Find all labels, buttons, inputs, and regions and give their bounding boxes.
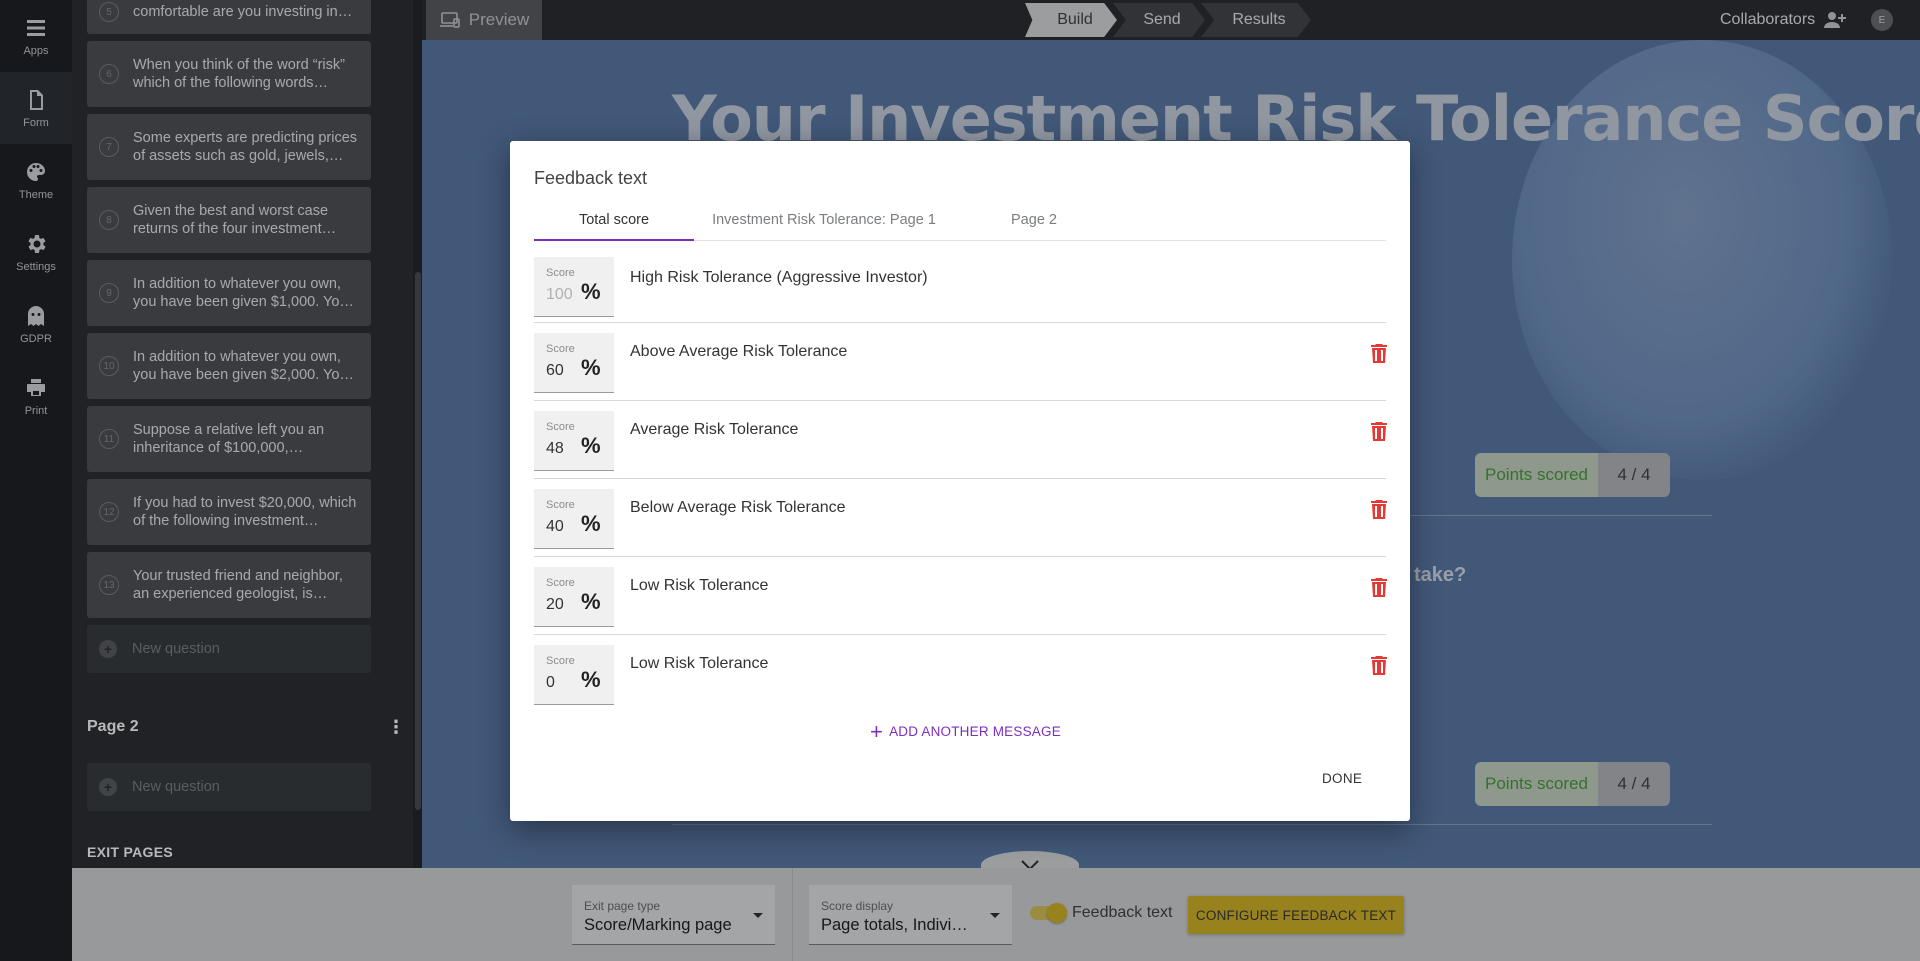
delete-message-button[interactable]: [1370, 499, 1388, 519]
feedback-message-input[interactable]: Average Risk Tolerance: [630, 421, 798, 439]
feedback-row: Score 0 % Low Risk Tolerance: [534, 635, 1388, 713]
trash-icon: [1371, 578, 1387, 597]
plus-icon: +: [870, 718, 884, 744]
dialog-tabs: Total score Investment Risk Tolerance: P…: [534, 199, 1386, 241]
trash-icon: [1371, 422, 1387, 441]
score-field-label: Score: [546, 499, 575, 511]
feedback-message-input[interactable]: High Risk Tolerance (Aggressive Investor…: [630, 269, 928, 287]
tab-total-score[interactable]: Total score: [534, 199, 694, 241]
delete-message-button[interactable]: [1370, 343, 1388, 363]
percent-icon: %: [581, 589, 601, 614]
score-field-label: Score: [546, 343, 575, 355]
feedback-row: Score 60 % Above Average Risk Tolerance: [534, 323, 1388, 401]
trash-icon: [1371, 344, 1387, 363]
score-field-label: Score: [546, 577, 575, 589]
feedback-message-list: Score 100 % High Risk Tolerance (Aggress…: [534, 257, 1388, 713]
score-input[interactable]: Score 0 %: [534, 645, 614, 705]
score-value: 20: [546, 596, 564, 613]
score-input[interactable]: Score 48 %: [534, 411, 614, 471]
feedback-message-input[interactable]: Below Average Risk Tolerance: [630, 499, 846, 517]
feedback-row: Score 20 % Low Risk Tolerance: [534, 557, 1388, 635]
score-input[interactable]: Score 20 %: [534, 567, 614, 627]
delete-message-button[interactable]: [1370, 655, 1388, 675]
feedback-row: Score 100 % High Risk Tolerance (Aggress…: [534, 257, 1386, 323]
score-value: 48: [546, 440, 564, 457]
add-message-label: ADD ANOTHER MESSAGE: [889, 724, 1061, 739]
score-value: 0: [546, 674, 555, 691]
score-value: 40: [546, 518, 564, 535]
delete-message-button[interactable]: [1370, 421, 1388, 441]
tab-page-1[interactable]: Investment Risk Tolerance: Page 1: [694, 199, 954, 241]
percent-icon: %: [581, 667, 601, 692]
delete-message-button[interactable]: [1370, 577, 1388, 597]
feedback-row: Score 48 % Average Risk Tolerance: [534, 401, 1388, 479]
trash-icon: [1371, 656, 1387, 675]
feedback-row: Score 40 % Below Average Risk Tolerance: [534, 479, 1388, 557]
score-field-label: Score: [546, 267, 575, 279]
feedback-message-input[interactable]: Low Risk Tolerance: [630, 655, 768, 673]
score-field-label: Score: [546, 421, 575, 433]
active-tab-indicator: [534, 239, 694, 241]
done-button[interactable]: DONE: [1322, 771, 1362, 786]
tab-page-2[interactable]: Page 2: [954, 199, 1114, 241]
percent-icon: %: [581, 433, 601, 458]
score-value: 60: [546, 362, 564, 379]
feedback-message-input[interactable]: Above Average Risk Tolerance: [630, 343, 847, 361]
score-value: 100: [546, 286, 573, 303]
percent-icon: %: [581, 511, 601, 536]
percent-icon: %: [581, 355, 601, 380]
trash-icon: [1371, 500, 1387, 519]
dialog-title: Feedback text: [534, 168, 648, 188]
add-another-message-button[interactable]: + ADD ANOTHER MESSAGE: [870, 718, 1061, 744]
feedback-text-dialog: Feedback text Total score Investment Ris…: [510, 141, 1410, 821]
score-input[interactable]: Score 40 %: [534, 489, 614, 549]
score-field-label: Score: [546, 655, 575, 667]
score-input[interactable]: Score 100 %: [534, 257, 614, 317]
score-input[interactable]: Score 60 %: [534, 333, 614, 393]
percent-icon: %: [581, 279, 601, 304]
feedback-message-input[interactable]: Low Risk Tolerance: [630, 577, 768, 595]
